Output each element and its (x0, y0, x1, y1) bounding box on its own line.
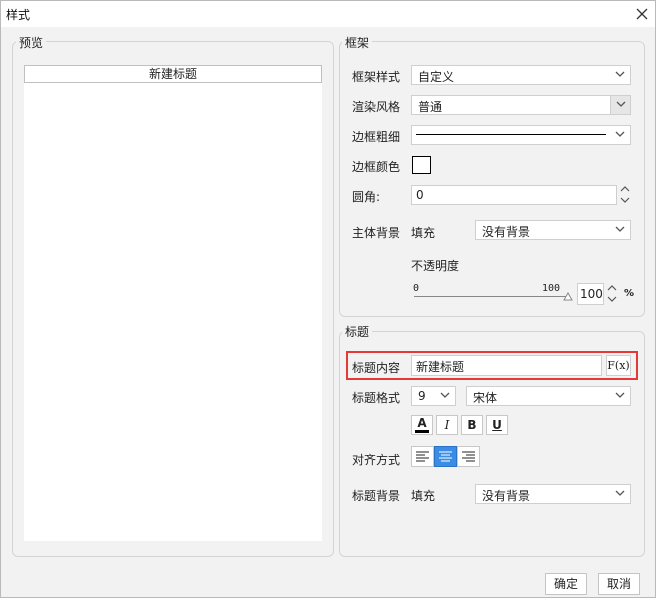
font-family-value: 宋体 (473, 391, 498, 405)
render-style-value: 普通 (418, 100, 443, 114)
title-bg-select[interactable]: 没有背景 (475, 484, 631, 504)
opacity-input[interactable]: 100 (577, 283, 604, 305)
font-color-button[interactable]: A (411, 415, 433, 435)
font-size-select[interactable]: 9 (411, 386, 456, 406)
opacity-max-label: 100 (542, 283, 561, 294)
chevron-down-icon[interactable] (610, 221, 630, 239)
corner-value: 0 (416, 188, 424, 202)
preview-canvas (24, 65, 322, 541)
body-bg-fill-label: 填充 (411, 226, 436, 240)
corner-stepper[interactable] (618, 184, 632, 206)
font-color-bar (415, 430, 429, 433)
italic-icon: I (444, 418, 450, 432)
title-content-label: 标题内容 (352, 361, 401, 375)
opacity-slider-track[interactable] (414, 296, 570, 297)
align-left-button[interactable] (411, 446, 434, 467)
align-left-icon (416, 451, 429, 462)
chevron-down-icon[interactable] (610, 126, 630, 144)
underline-button[interactable]: U (486, 415, 508, 435)
font-family-select[interactable]: 宋体 (466, 386, 631, 406)
opacity-value: 100 (580, 287, 603, 301)
chevron-down-icon (607, 296, 617, 302)
frame-style-select[interactable]: 自定义 (411, 65, 631, 85)
font-size-value: 9 (418, 389, 426, 403)
opacity-stepper[interactable] (605, 283, 619, 305)
corner-input[interactable]: 0 (411, 185, 617, 205)
bold-icon: B (467, 418, 477, 432)
body-bg-label: 主体背景 (352, 226, 401, 240)
body-bg-value: 没有背景 (482, 225, 531, 239)
preview-title-text: 新建标题 (148, 67, 197, 81)
title-bg-label: 标题背景 (352, 489, 401, 503)
chevron-up-icon (607, 285, 617, 291)
opacity-slider-handle[interactable] (563, 290, 573, 301)
border-width-line (416, 134, 606, 135)
chevron-down-icon[interactable] (610, 66, 630, 84)
border-width-select[interactable] (411, 125, 631, 145)
italic-button[interactable]: I (436, 415, 458, 435)
formula-label: F(x) (607, 359, 630, 372)
title-bg-fill-label: 填充 (411, 489, 436, 503)
cancel-button[interactable]: 取消 (598, 573, 640, 595)
render-style-select[interactable]: 普通 (411, 95, 631, 115)
corner-label: 圆角: (352, 190, 381, 204)
frame-style-value: 自定义 (418, 70, 455, 84)
opacity-min-label: 0 (413, 283, 420, 294)
font-color-icon: A (417, 416, 427, 430)
opacity-label: 不透明度 (411, 259, 460, 273)
ok-button[interactable]: 确定 (545, 573, 587, 595)
align-center-icon (439, 451, 452, 462)
style-dialog: 样式 预览 新建标题 框架 框架样式 自定义 渲染风格 普通 边框粗细 边框颜色… (0, 0, 656, 598)
title-content-input[interactable]: 新建标题 (411, 355, 602, 376)
frame-legend: 框架 (342, 34, 373, 51)
chevron-down-icon[interactable] (610, 96, 630, 114)
align-center-button[interactable] (434, 446, 457, 467)
chevron-down-icon[interactable] (610, 485, 630, 503)
border-color-label: 边框颜色 (352, 160, 401, 174)
opacity-unit: % (624, 288, 635, 299)
title-content-value: 新建标题 (416, 360, 465, 374)
formula-button[interactable]: F(x) (606, 355, 631, 376)
align-right-button[interactable] (457, 446, 480, 467)
bold-button[interactable]: B (461, 415, 483, 435)
title-bar: 样式 (1, 1, 655, 27)
body-bg-select[interactable]: 没有背景 (475, 220, 631, 240)
preview-title-bar: 新建标题 (24, 65, 322, 83)
cancel-label: 取消 (606, 577, 631, 591)
chevron-up-icon (620, 186, 630, 192)
border-color-swatch[interactable] (412, 156, 431, 174)
align-label: 对齐方式 (352, 453, 401, 467)
close-icon[interactable] (633, 5, 651, 23)
window-title: 样式 (6, 8, 31, 22)
frame-style-label: 框架样式 (352, 70, 401, 84)
align-right-icon (462, 451, 475, 462)
title-legend: 标题 (342, 323, 373, 340)
chevron-down-icon (620, 197, 630, 203)
border-width-label: 边框粗细 (352, 130, 401, 144)
underline-icon: U (492, 418, 502, 432)
title-bg-value: 没有背景 (482, 489, 531, 503)
chevron-down-icon[interactable] (435, 387, 455, 405)
render-style-label: 渲染风格 (352, 100, 401, 114)
preview-legend: 预览 (16, 34, 47, 51)
ok-label: 确定 (553, 577, 578, 591)
chevron-down-icon[interactable] (610, 387, 630, 405)
title-format-label: 标题格式 (352, 391, 401, 405)
